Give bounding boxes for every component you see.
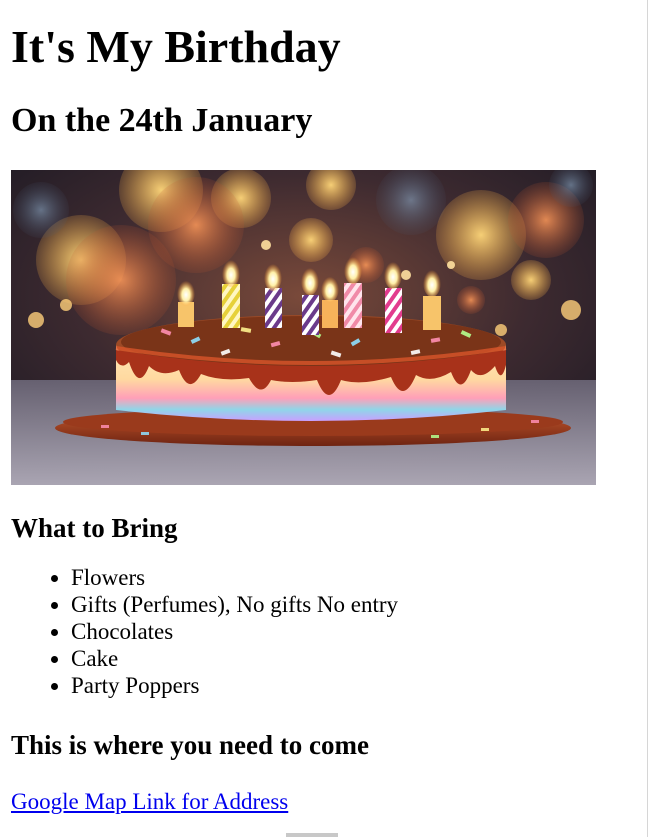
google-map-link[interactable]: Google Map Link for Address bbox=[11, 788, 288, 815]
birthday-cake-image bbox=[11, 170, 596, 485]
page-content: It's My Birthday On the 24th January Wha… bbox=[11, 0, 631, 815]
location-heading: This is where you need to come bbox=[11, 730, 369, 760]
list-item: Party Poppers bbox=[71, 672, 631, 699]
what-to-bring-heading: What to Bring bbox=[11, 513, 178, 543]
bring-list: Flowers Gifts (Perfumes), No gifts No en… bbox=[11, 564, 631, 699]
page-title: It's My Birthday bbox=[11, 21, 341, 72]
list-item: Flowers bbox=[71, 564, 631, 591]
list-item: Cake bbox=[71, 645, 631, 672]
event-date: On the 24th January bbox=[11, 102, 313, 139]
list-item: Chocolates bbox=[71, 618, 631, 645]
list-item: Gifts (Perfumes), No gifts No entry bbox=[71, 591, 631, 618]
horizontal-scrollbar-thumb[interactable] bbox=[286, 833, 338, 837]
